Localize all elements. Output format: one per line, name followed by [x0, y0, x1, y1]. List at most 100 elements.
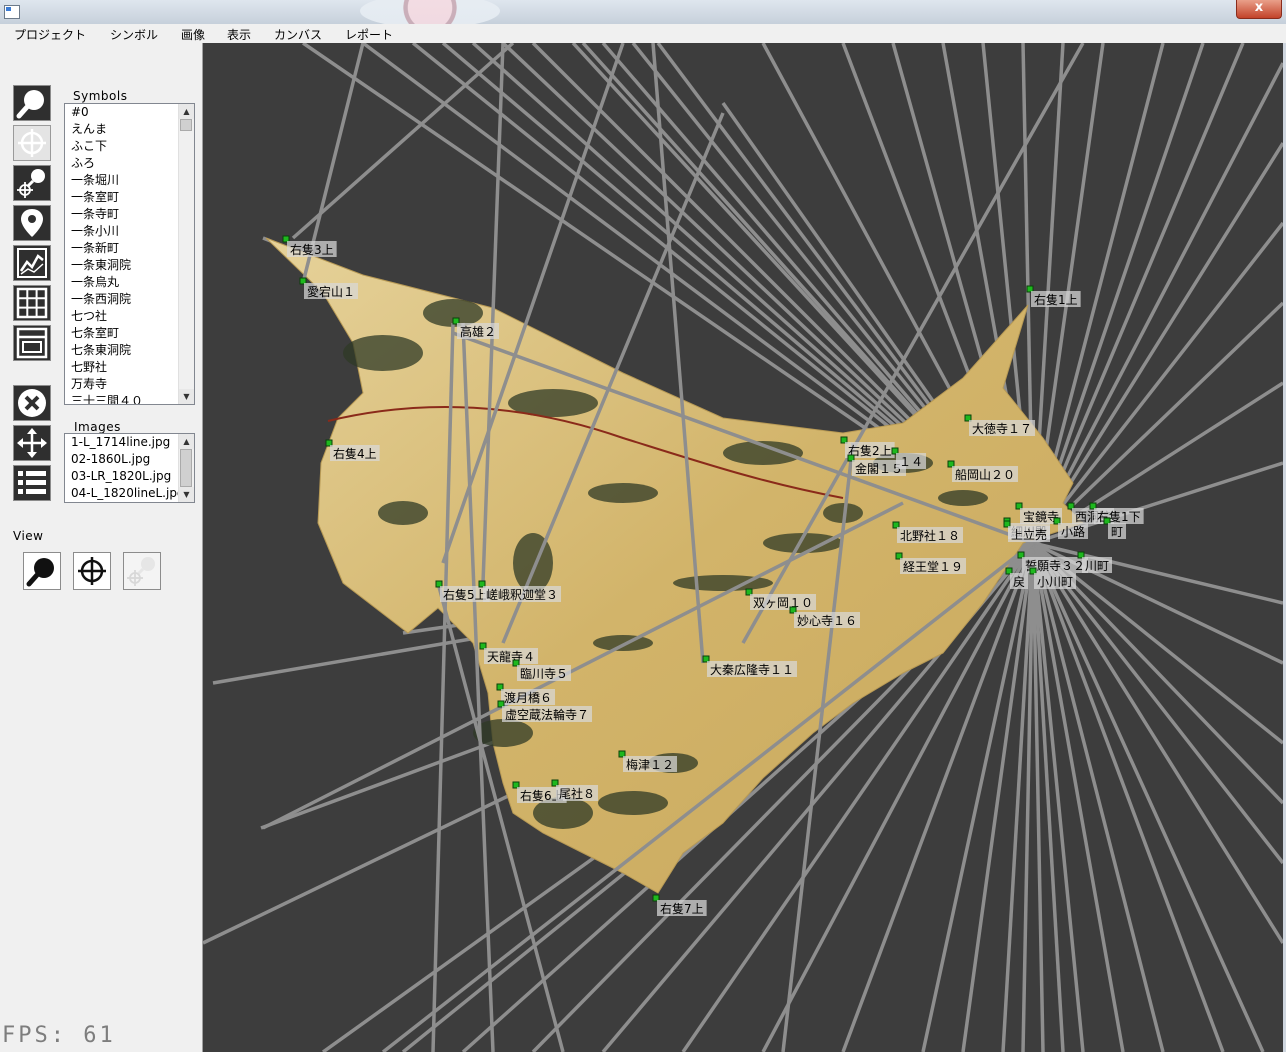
symbol-list-item[interactable]: 一条西洞院	[71, 291, 194, 308]
image-list-item[interactable]: 1-L_1714line.jpg	[71, 434, 194, 451]
images-scrollbar[interactable]: ▲ ▼	[178, 434, 194, 502]
search-tool-button[interactable]	[13, 85, 51, 121]
symbols-list[interactable]: #0 えんま ふこ下 ふろ 一条堀川 一条室町 一条寺町 一条小川 一条新町 一条東洞院 一条烏丸一…	[64, 103, 195, 405]
marker-label: 高雄２	[460, 324, 496, 339]
images-label: Images	[74, 420, 121, 434]
view-center-button[interactable]	[73, 552, 111, 590]
layout-tool-button[interactable]	[13, 325, 51, 361]
map-shadow	[378, 501, 428, 525]
symbol-list-item[interactable]: 一条寺町	[71, 206, 194, 223]
map-pin-icon	[21, 209, 43, 237]
magnifier-icon	[16, 90, 44, 119]
symbol-list-item[interactable]: 一条堀川	[71, 172, 194, 189]
marker-label: 小川町	[1037, 575, 1073, 589]
symbol-list-item[interactable]: 三十三間４０	[71, 393, 194, 404]
scroll-up-icon[interactable]: ▲	[179, 434, 194, 449]
marker-label: 虚空蔵法輪寺７	[505, 707, 589, 722]
list-icon	[18, 471, 46, 494]
view-label: View	[13, 529, 44, 543]
symbol-list-item[interactable]: ふこ下	[71, 138, 194, 155]
layout-icon	[16, 327, 48, 359]
map-shadow	[343, 335, 423, 371]
symbol-list-item[interactable]: 七野社	[71, 359, 194, 376]
symbol-marker[interactable]: 右隻7上	[652, 894, 707, 916]
marker-label: 戻	[1013, 575, 1025, 589]
marker-label: 町	[1111, 525, 1123, 539]
marker-label: 右隻1上	[1034, 292, 1078, 307]
marker-label: 経王堂１９	[903, 560, 963, 574]
marker-label: 右隻3上	[290, 242, 334, 257]
marker-label: 嵯峨釈迦堂３	[486, 588, 558, 602]
line-chart-icon	[17, 248, 47, 278]
view-locate-button	[123, 552, 161, 590]
symbols-label: Symbols	[73, 89, 128, 103]
map-shadow	[598, 791, 668, 815]
grid-icon	[16, 287, 48, 319]
marker-label: 大秦広隆寺１１	[710, 662, 794, 677]
symbol-marker[interactable]: 右隻1上	[1026, 285, 1081, 307]
symbol-list-item[interactable]: 七つ社	[71, 308, 194, 325]
marker-label: 川町	[1085, 559, 1109, 573]
marker-label: 右隻4上	[333, 446, 377, 461]
target-tool-button[interactable]	[13, 125, 51, 161]
delete-tool-button[interactable]	[13, 385, 51, 421]
map-canvas[interactable]: 右隻3上 愛宕山１ 高雄２ 右隻1上 右隻4上 右隻2上 金閣１５ １４ 大徳寺１７ 船岡山２０ 宝…	[203, 43, 1283, 1052]
marker-label: 尾社８	[559, 786, 595, 801]
symbol-list-item[interactable]: 一条新町	[71, 240, 194, 257]
move-tool-button[interactable]	[13, 425, 51, 461]
symbol-marker[interactable]: 右隻1下	[1089, 502, 1144, 524]
crosshair-magnifier-icon	[127, 557, 155, 586]
list-tool-button[interactable]	[13, 465, 51, 501]
crosshair-magnifier-icon	[17, 169, 45, 198]
symbol-list-item[interactable]: 一条東洞院	[71, 257, 194, 274]
map-shadow	[588, 483, 658, 503]
symbol-list-item[interactable]: 一条小川	[71, 223, 194, 240]
images-list[interactable]: 1-L_1714line.jpg 02-1860L.jpg 03-LR_1820L.…	[64, 433, 195, 503]
graph-tool-button[interactable]	[13, 245, 51, 281]
symbol-list-item[interactable]: 七条東洞院	[71, 342, 194, 359]
symbol-marker[interactable]: 川町	[1077, 551, 1113, 573]
menu-report[interactable]: レポート	[345, 26, 393, 43]
symbols-scrollbar[interactable]: ▲ ▼	[178, 104, 194, 404]
scroll-down-icon[interactable]: ▼	[179, 487, 194, 502]
symbol-list-item[interactable]: えんま	[71, 121, 194, 138]
symbol-list-item[interactable]: 七条室町	[71, 325, 194, 342]
scroll-up-icon[interactable]: ▲	[179, 104, 194, 119]
marker-label: 愛宕山１	[307, 284, 355, 299]
symbol-list-item[interactable]: ふろ	[71, 155, 194, 172]
menu-canvas[interactable]: カンバス	[274, 26, 322, 43]
scroll-thumb[interactable]	[180, 449, 192, 487]
marker-label: 右隻7上	[660, 901, 704, 916]
app-icon[interactable]	[4, 5, 20, 19]
ray-line	[1031, 542, 1265, 1052]
scroll-down-icon[interactable]: ▼	[179, 389, 194, 404]
symbol-list-item[interactable]: 万寿寺	[71, 376, 194, 393]
symbol-list-item[interactable]: 一条室町	[71, 189, 194, 206]
image-list-item[interactable]: 03-LR_1820L.jpg	[71, 468, 194, 485]
menu-image[interactable]: 画像	[181, 26, 205, 43]
symbol-list-item[interactable]: #0	[71, 104, 194, 121]
map-canvas-drawing[interactable]: 右隻3上愛宕山１高雄２右隻1上右隻4上 右隻2上金閣１５１４大徳寺１７船岡山２０宝…	[203, 43, 1283, 1052]
menu-project[interactable]: プロジェクト	[14, 26, 86, 43]
image-list-item[interactable]: 04-L_1820lineL.jpg	[71, 485, 194, 502]
marker-label: 北野社１８	[900, 528, 960, 543]
symbol-marker[interactable]: 右隻3上	[282, 235, 337, 257]
symbol-list-item[interactable]: 一条烏丸	[71, 274, 194, 291]
close-button[interactable]: x	[1236, 0, 1282, 19]
menu-symbol[interactable]: シンボル	[110, 26, 158, 43]
marker-label: 大徳寺１７	[972, 421, 1032, 436]
marker-label: 梅津１２	[626, 757, 674, 772]
image-list-item[interactable]: 02-1860L.jpg	[71, 451, 194, 468]
marker-label: 金閣１５	[855, 461, 903, 476]
place-symbol-tool-button[interactable]	[13, 165, 51, 201]
menu-view[interactable]: 表示	[227, 26, 251, 43]
ray-line	[1031, 542, 1165, 1052]
crosshair-icon	[18, 129, 46, 157]
view-zoom-button[interactable]	[23, 552, 61, 590]
left-panel: Symbols #0 えんま ふこ下 ふろ 一条堀川 一条室町 一条寺町 一条小川 一条新町 一条…	[0, 43, 203, 1052]
scroll-thumb[interactable]	[180, 119, 192, 131]
map-shadow	[938, 490, 988, 506]
pin-tool-button[interactable]	[13, 205, 51, 241]
close-circle-icon	[18, 389, 46, 417]
grid-tool-button[interactable]	[13, 285, 51, 321]
